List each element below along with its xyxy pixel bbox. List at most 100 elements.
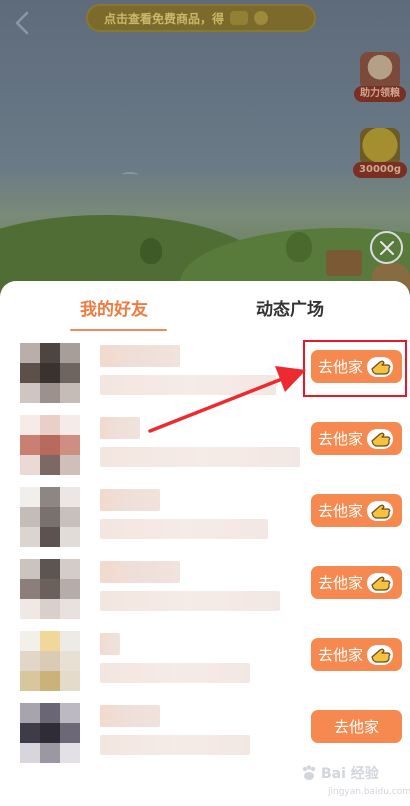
paw-logo-icon <box>302 765 316 780</box>
avatar-pixel <box>40 743 60 763</box>
avatar-pixel <box>40 651 60 671</box>
active-tab-indicator <box>70 329 167 331</box>
avatar-pixel <box>40 487 60 507</box>
friend-detail-blurred <box>100 663 250 683</box>
visit-friend-home-button[interactable]: 去他家 <box>311 566 402 599</box>
avatar-pixel <box>40 631 60 651</box>
back-button[interactable] <box>8 8 36 38</box>
avatar-pixel <box>20 415 40 435</box>
friend-detail-blurred <box>100 447 300 467</box>
avatar-pixel <box>60 363 80 383</box>
friend-avatar <box>20 703 80 763</box>
avatar-pixel <box>40 415 60 435</box>
friend-name-blurred <box>100 561 180 583</box>
friend-detail-blurred <box>100 735 250 755</box>
hand-point-icon <box>367 428 394 449</box>
close-icon <box>379 240 394 255</box>
avatar-pixel <box>20 383 40 403</box>
hand-point-icon <box>367 500 394 521</box>
avatar-pixel <box>60 559 80 579</box>
visit-friend-home-button[interactable]: 去他家 <box>311 422 402 455</box>
friend-detail-blurred <box>100 519 268 539</box>
side-item-label: 30000g <box>353 162 407 178</box>
avatar-pixel <box>60 435 80 455</box>
avatar-pixel <box>20 559 40 579</box>
avatar-pixel <box>40 363 60 383</box>
friend-row: 去他家 <box>0 555 410 627</box>
avatar-pixel <box>40 671 60 691</box>
watermark-text: Bai 经验 <box>321 766 379 782</box>
friend-name-blurred <box>100 489 160 511</box>
tree <box>140 238 162 264</box>
visit-friend-home-button[interactable]: 去他家 <box>311 494 402 527</box>
avatar-pixel <box>20 435 40 455</box>
avatar-pixel <box>40 343 60 363</box>
avatar-pixel <box>20 743 40 763</box>
visit-button-label: 去他家 <box>318 646 364 664</box>
avatar-pixel <box>20 527 40 547</box>
friend-name-blurred <box>100 633 120 655</box>
avatar-pixel <box>60 507 80 527</box>
crate <box>326 250 362 276</box>
food-icon <box>254 11 269 25</box>
side-item-label: 助力领粮 <box>354 86 406 102</box>
avatar-pixel <box>60 415 80 435</box>
visit-friend-home-button[interactable]: 去他家 <box>311 710 402 743</box>
game-scene-background <box>0 0 410 300</box>
avatar-pixel <box>20 455 40 475</box>
avatar-pixel <box>40 723 60 743</box>
avatar-pixel <box>20 651 40 671</box>
avatar-pixel <box>60 651 80 671</box>
avatar-pixel <box>20 631 40 651</box>
avatar-pixel <box>40 703 60 723</box>
avatar-pixel <box>60 723 80 743</box>
free-goods-banner[interactable]: 点击查看免费商品，得 <box>86 4 316 32</box>
tab-activity-square[interactable]: 动态广场 <box>256 295 324 320</box>
friend-name-blurred <box>100 705 160 727</box>
avatar-pixel <box>20 579 40 599</box>
hand-point-icon <box>367 644 394 665</box>
avatar-pixel <box>40 507 60 527</box>
help-get-food-entry[interactable]: 助力领粮 <box>354 52 406 116</box>
friend-row: 去他家 <box>0 627 410 699</box>
banner-text: 点击查看免费商品，得 <box>104 11 225 26</box>
avatar-pixel <box>60 383 80 403</box>
food-stock-entry[interactable]: 30000g <box>353 128 407 182</box>
tab-my-friends[interactable]: 我的好友 <box>80 295 148 320</box>
friend-avatar <box>20 559 80 619</box>
avatar-pixel <box>20 723 40 743</box>
chevron-left-icon <box>15 11 29 35</box>
food-bowl-icon <box>360 128 400 166</box>
avatar-pixel <box>60 703 80 723</box>
friend-row: 去他家 <box>0 483 410 555</box>
avatar-pixel <box>60 599 80 619</box>
hand-point-icon <box>367 572 394 593</box>
avatar-pixel <box>60 487 80 507</box>
friend-list: 去他家 去他家 去他家 去他家 去他家 去他家 <box>0 339 410 771</box>
tab-bar: 我的好友 动态广场 <box>0 281 410 335</box>
avatar-pixel <box>60 743 80 763</box>
avatar-pixel <box>20 343 40 363</box>
watermark-url: jingyan.baidu.com <box>328 787 410 797</box>
friend-avatar <box>20 415 80 475</box>
avatar-pixel <box>40 383 60 403</box>
avatar-pixel <box>40 435 60 455</box>
visit-button-label: 去他家 <box>318 574 364 592</box>
avatar-pixel <box>20 671 40 691</box>
friend-row: 去他家 <box>0 411 410 483</box>
visit-friend-home-button[interactable]: 去他家 <box>311 638 402 671</box>
avatar-pixel <box>60 631 80 651</box>
avatar-pixel <box>40 527 60 547</box>
friend-avatar <box>20 631 80 691</box>
friend-detail-blurred <box>100 375 276 395</box>
friend-avatar <box>20 487 80 547</box>
avatar-pixel <box>40 559 60 579</box>
close-sheet-button[interactable] <box>370 231 403 264</box>
avatar-pixel <box>60 671 80 691</box>
avatar-pixel <box>60 343 80 363</box>
tree <box>286 232 312 262</box>
avatar-pixel <box>40 455 60 475</box>
friends-picture <box>360 52 400 90</box>
coin-icon <box>230 11 249 25</box>
baidu-jingyan-watermark: Bai 经验 <box>300 761 379 785</box>
